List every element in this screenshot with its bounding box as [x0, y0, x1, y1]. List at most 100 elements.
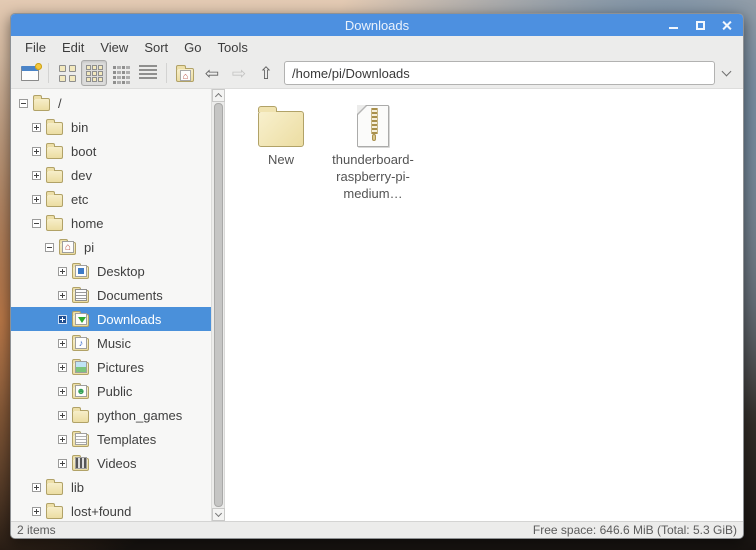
tree-item-bin[interactable]: bin [11, 115, 211, 139]
expander-plus-icon[interactable] [58, 362, 67, 372]
maximize-button[interactable] [694, 19, 706, 31]
forward-icon: ⇨ [231, 63, 247, 83]
scroll-up-button[interactable] [211, 89, 225, 102]
expander-plus-icon[interactable] [32, 122, 41, 132]
expander-plus-icon[interactable] [58, 338, 67, 348]
scroll-down-button[interactable] [211, 508, 225, 521]
detailed-list-icon [139, 65, 157, 81]
folder-icon [33, 94, 52, 112]
tree-item-downloads[interactable]: Downloads [11, 307, 211, 331]
minimize-button[interactable] [667, 19, 679, 31]
expander-plus-icon[interactable] [58, 314, 67, 324]
up-button[interactable]: ⇧ [253, 60, 279, 86]
expander-plus-icon[interactable] [32, 194, 41, 204]
folder-icon [46, 166, 65, 184]
tree-item-pi[interactable]: ⌂ pi [11, 235, 211, 259]
menu-file[interactable]: File [17, 38, 54, 57]
menu-sort[interactable]: Sort [136, 38, 176, 57]
videos-folder-icon [72, 454, 91, 472]
toolbar-separator [48, 63, 49, 83]
close-icon [722, 20, 732, 30]
expander-plus-icon[interactable] [58, 266, 67, 276]
toolbar: ⌂ ⇦ ⇨ ⇧ [11, 58, 743, 89]
folder-icon [46, 118, 65, 136]
tree-item-lost-found[interactable]: lost+found [11, 499, 211, 521]
folder-icon [46, 190, 65, 208]
expander-plus-icon[interactable] [58, 434, 67, 444]
sidebar-scrollbar[interactable] [211, 89, 225, 521]
tree-item-documents[interactable]: Documents [11, 283, 211, 307]
path-dropdown-button[interactable] [715, 61, 737, 85]
menu-tools[interactable]: Tools [210, 38, 256, 57]
tree-item-music[interactable]: ♪ Music [11, 331, 211, 355]
tree-item-home[interactable]: home [11, 211, 211, 235]
expander-plus-icon[interactable] [58, 386, 67, 396]
expander-plus-icon[interactable] [32, 506, 41, 516]
detailed-list-button[interactable] [135, 60, 161, 86]
music-folder-icon: ♪ [72, 334, 91, 352]
tree-item-boot[interactable]: boot [11, 139, 211, 163]
expander-plus-icon[interactable] [32, 170, 41, 180]
menu-edit[interactable]: Edit [54, 38, 92, 57]
tree-item-public[interactable]: ☻ Public [11, 379, 211, 403]
titlebar[interactable]: Downloads [11, 14, 743, 36]
back-button[interactable]: ⇦ [199, 60, 225, 86]
file-label: thunderboard-raspberry-pi-medium… [332, 152, 414, 201]
forward-button[interactable]: ⇨ [226, 60, 252, 86]
scrollbar-thumb[interactable] [213, 103, 223, 507]
item-count: 2 items [17, 523, 56, 537]
scroll-up-icon [214, 92, 222, 101]
home-button[interactable]: ⌂ [172, 60, 198, 86]
expander-minus-icon[interactable] [32, 218, 41, 228]
statusbar: 2 items Free space: 646.6 MiB (Total: 5.… [11, 521, 743, 538]
back-icon: ⇦ [204, 63, 220, 83]
tree-item-desktop[interactable]: Desktop [11, 259, 211, 283]
expander-plus-icon[interactable] [58, 458, 67, 468]
tree-item-videos[interactable]: Videos [11, 451, 211, 475]
expander-plus-icon[interactable] [32, 146, 41, 156]
desktop-folder-icon [72, 262, 91, 280]
free-space-info: Free space: 646.6 MiB (Total: 5.3 GiB) [532, 523, 737, 537]
menu-go[interactable]: Go [176, 38, 209, 57]
icon-view-icon [58, 64, 76, 82]
tree-item-lib[interactable]: lib [11, 475, 211, 499]
file-item-thunderboard-zip[interactable]: thunderboard-raspberry-pi-medium… [331, 97, 415, 202]
folder-icon [46, 214, 65, 232]
tree-item-templates[interactable]: Templates [11, 427, 211, 451]
folder-icon [46, 478, 65, 496]
expander-minus-icon[interactable] [45, 242, 54, 252]
new-window-button[interactable] [17, 60, 43, 86]
templates-folder-icon [72, 430, 91, 448]
menu-view[interactable]: View [92, 38, 136, 57]
thumbnail-view-icon [85, 64, 103, 82]
file-panel[interactable]: New thunderboard-raspberry-pi-medium… [225, 89, 743, 521]
path-dropdown-icon [721, 66, 731, 77]
maximize-icon [695, 20, 705, 30]
path-input[interactable] [284, 61, 715, 85]
icon-view-button[interactable] [54, 60, 80, 86]
expander-minus-icon[interactable] [19, 98, 28, 108]
compact-view-icon [112, 65, 130, 84]
thumbnail-view-button[interactable] [81, 60, 107, 86]
tree-item-dev[interactable]: dev [11, 163, 211, 187]
tree-item-python-games[interactable]: python_games [11, 403, 211, 427]
compact-view-button[interactable] [108, 60, 134, 86]
tree-item-pictures[interactable]: Pictures [11, 355, 211, 379]
expander-plus-icon[interactable] [58, 290, 67, 300]
close-button[interactable] [721, 19, 733, 31]
expander-plus-icon[interactable] [32, 482, 41, 492]
folder-icon [72, 406, 91, 424]
sidebar: / bin boot dev etc home ⌂ pi Desktop Doc… [11, 89, 225, 521]
tree-item-root[interactable]: / [11, 91, 211, 115]
file-label: New [267, 152, 294, 167]
file-item-new[interactable]: New [239, 97, 323, 168]
home-icon: ⌂ [176, 64, 194, 82]
public-folder-icon: ☻ [72, 382, 91, 400]
directory-tree: / bin boot dev etc home ⌂ pi Desktop Doc… [11, 89, 211, 521]
home-folder-icon: ⌂ [59, 238, 78, 256]
expander-plus-icon[interactable] [58, 410, 67, 420]
new-window-icon [21, 62, 42, 81]
tree-item-etc[interactable]: etc [11, 187, 211, 211]
scroll-down-icon [214, 509, 222, 518]
menubar: File Edit View Sort Go Tools [11, 36, 743, 58]
